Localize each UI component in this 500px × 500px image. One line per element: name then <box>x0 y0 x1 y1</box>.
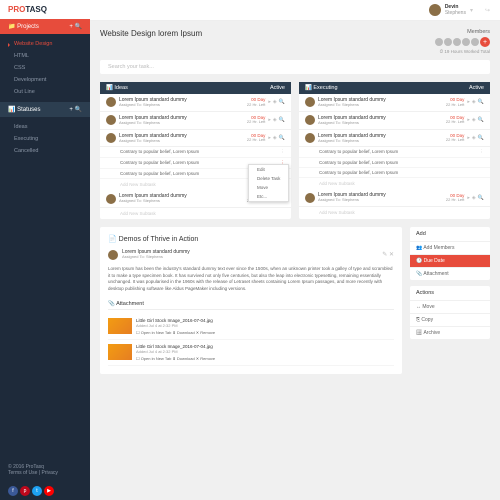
nav-item-dev[interactable]: Development <box>0 74 90 86</box>
nav-item-css[interactable]: CSS <box>0 62 90 74</box>
subtask-row[interactable]: Contrary to popular belief, Lorem Ipsum⋮ <box>100 147 291 158</box>
copy-button[interactable]: ⎘ Copy <box>410 313 490 326</box>
menu-edit[interactable]: Edit <box>249 165 288 174</box>
menu-delete[interactable]: Delete Task <box>249 174 288 183</box>
add-member-button[interactable]: + <box>480 37 490 47</box>
nav-item-ideas[interactable]: Ideas <box>0 121 90 133</box>
avatar <box>108 250 118 260</box>
sidebar-footer: © 2016 ProTasq Terms of Use | Privacy <box>0 458 90 482</box>
social-links: f p t ▶ <box>0 482 90 500</box>
member-avatar[interactable] <box>453 38 461 46</box>
attachment-header: 📎 Attachment <box>108 301 394 310</box>
actions-section: Actions ↔ Move ⎘ Copy 🗄 Archive <box>410 286 490 339</box>
bookmark-icon[interactable]: ◈ <box>273 99 277 105</box>
attachment-thumbnail[interactable] <box>108 344 132 360</box>
facebook-icon[interactable]: f <box>8 486 18 496</box>
page-title: Website Design lorem Ipsum <box>100 29 202 54</box>
user-info: Devin Stephens <box>445 4 466 16</box>
attachment-thumbnail[interactable] <box>108 318 132 334</box>
members-widget: Members + ⏱ 19 Hours Worked Total <box>435 29 490 54</box>
member-avatar[interactable] <box>444 38 452 46</box>
topbar: Devin Stephens ▾ ↪ <box>90 0 500 21</box>
archive-button[interactable]: 🗄 Archive <box>410 326 490 339</box>
member-avatar[interactable] <box>471 38 479 46</box>
edit-icon[interactable]: ✎ ✕ <box>382 251 394 258</box>
logo: PROTASQ <box>0 0 90 19</box>
task-row[interactable]: Lorem Ipsum standard dummyAssigned To: S… <box>100 94 291 112</box>
pinterest-icon[interactable]: p <box>20 486 30 496</box>
attachment-row: Little Girl Stock Image_2016-07-04.jpg A… <box>108 340 394 366</box>
task-row[interactable]: Lorem Ipsum standard dummyAssigned To: S… <box>299 94 490 112</box>
nav-item-outline[interactable]: Out Line <box>0 86 90 98</box>
task-row[interactable]: Lorem Ipsum standard dummyAssigned To: S… <box>299 189 490 207</box>
detail-description: Lorem Ipsum has been the industry's stan… <box>108 266 394 293</box>
subtask-row[interactable]: Contrary to popular belief, Lorem Ipsum <box>299 168 490 178</box>
play-icon[interactable]: ▸ <box>268 99 271 105</box>
nav-statuses-header[interactable]: 📊 Statuses+ 🔍 <box>0 102 90 117</box>
context-menu: Edit Delete Task Move Etc... <box>248 164 289 202</box>
detail-panel: 📄 Demos of Thrive in Action Lorem Ipsum … <box>100 227 402 374</box>
search-icon[interactable]: 🔍 <box>279 99 285 105</box>
youtube-icon[interactable]: ▶ <box>44 486 54 496</box>
task-row[interactable]: Lorem Ipsum standard dummyAssigned To: S… <box>299 130 490 148</box>
task-row[interactable]: Lorem Ipsum standard dummyAssigned To: S… <box>100 130 291 148</box>
nav-item-cancelled[interactable]: Cancelled <box>0 145 90 157</box>
attachment-actions[interactable]: ☐ Open in New Tab ⬇ Download ✕ Remove <box>136 356 394 361</box>
nav-item-executing[interactable]: Executing <box>0 133 90 145</box>
add-section: Add 👥 Add Members 🕐 Due Date 📎 Attachmen… <box>410 227 490 280</box>
member-avatar[interactable] <box>435 38 443 46</box>
attachment-actions[interactable]: ☐ Open in New Tab ⬇ Download ✕ Remove <box>136 330 394 335</box>
nav-item-html[interactable]: HTML <box>0 50 90 62</box>
dropdown-icon[interactable]: ▾ <box>470 7 473 14</box>
nav-projects-header[interactable]: 📁 Projects+ 🔍 <box>0 19 90 34</box>
menu-move[interactable]: Move <box>249 183 288 192</box>
add-subtask-button[interactable]: Add New Subtask <box>299 207 490 218</box>
twitter-icon[interactable]: t <box>32 486 42 496</box>
menu-etc[interactable]: Etc... <box>249 192 288 201</box>
nav-item-website-design[interactable]: Website Design <box>0 38 90 50</box>
member-avatar[interactable] <box>462 38 470 46</box>
search-input[interactable]: Search your task... <box>100 60 490 74</box>
add-subtask-button[interactable]: Add New Subtask <box>299 178 490 189</box>
task-row[interactable]: Lorem Ipsum standard dummyAssigned To: S… <box>299 112 490 130</box>
user-avatar[interactable] <box>429 4 441 16</box>
column-executing: 📊 ExecutingActive Lorem Ipsum standard d… <box>299 82 490 219</box>
due-date-button[interactable]: 🕐 Due Date <box>410 254 490 267</box>
subtask-row[interactable]: Contrary to popular belief, Lorem Ipsum⋮ <box>299 147 490 158</box>
move-button[interactable]: ↔ Move <box>410 300 490 313</box>
attachment-row: Little Girl Stock Image_2016-07-04.jpg A… <box>108 314 394 340</box>
add-subtask-button[interactable]: Add New Subtask <box>100 208 291 219</box>
task-row[interactable]: Lorem Ipsum standard dummyAssigned To: S… <box>100 112 291 130</box>
sidebar: PROTASQ 📁 Projects+ 🔍 Website Design HTM… <box>0 0 90 500</box>
subtask-row[interactable]: Contrary to popular belief, Lorem Ipsum <box>299 158 490 168</box>
logout-icon[interactable]: ↪ <box>485 7 490 14</box>
add-members-button[interactable]: 👥 Add Members <box>410 241 490 254</box>
detail-title: 📄 Demos of Thrive in Action <box>108 235 394 243</box>
attachment-button[interactable]: 📎 Attachment <box>410 267 490 280</box>
